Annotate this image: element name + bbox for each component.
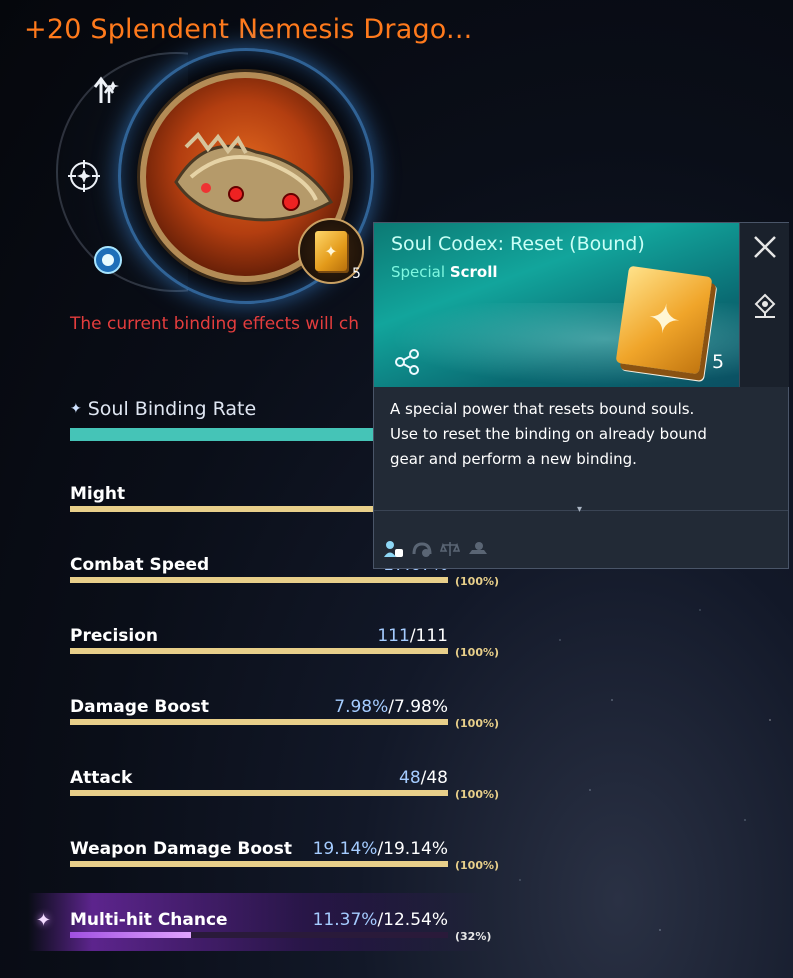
stat-value: 111/111 — [377, 626, 448, 646]
binding-warning-text: The current binding effects will ch — [70, 314, 360, 334]
trade-blocked-icon — [439, 539, 461, 559]
item-kind: Scroll — [449, 263, 498, 281]
codex-book-image: ✦ — [615, 265, 713, 375]
stat-name: Might — [70, 484, 126, 504]
stat-name: Damage Boost — [70, 697, 209, 717]
glowing-soul-icon[interactable] — [88, 240, 128, 280]
codex-book-icon: ✦ — [315, 231, 347, 271]
stat-bar — [70, 577, 448, 583]
stat-bar — [70, 790, 448, 796]
sparkle-icon: ✦ — [70, 401, 82, 417]
stat-name: Combat Speed — [70, 555, 210, 575]
stat-row-attack: Attack 48/48 (100%) — [70, 768, 510, 808]
stat-percent: (32%) — [455, 930, 492, 943]
tooltip-item-count: 5 — [712, 351, 725, 373]
character-bound-icon — [383, 539, 405, 559]
item-flag-icons — [383, 539, 489, 559]
stat-bar — [70, 719, 448, 725]
stat-percent: (100%) — [455, 575, 500, 588]
sparkle-icon: ✦ — [36, 910, 52, 931]
description-line-1: A special power that resets bound souls. — [390, 400, 695, 418]
upgrade-arrows-icon[interactable] — [86, 70, 126, 110]
item-tooltip: Soul Codex: Reset (Bound) Special Scroll… — [373, 222, 789, 569]
tooltip-description: A special power that resets bound souls.… — [390, 397, 720, 472]
sell-blocked-icon — [467, 539, 489, 559]
stat-value: 11.37%/12.54% — [312, 910, 448, 930]
stat-bar — [70, 648, 448, 654]
locate-marker-icon[interactable] — [740, 285, 789, 329]
crosshair-star-icon[interactable] — [64, 156, 104, 196]
stat-bar — [70, 861, 448, 867]
item-grade: Special — [391, 263, 446, 281]
share-icon[interactable] — [394, 349, 420, 380]
stat-row-damage-boost: Damage Boost 7.98%/7.98% (100%) — [70, 697, 510, 737]
stat-name: Precision — [70, 626, 159, 646]
stat-value: 7.98%/7.98% — [334, 697, 448, 717]
tooltip-item-name: Soul Codex: Reset (Bound) — [391, 233, 645, 255]
gauntlet-image — [174, 131, 334, 222]
stat-row-multi-hit-chance[interactable]: Multi-hit Chance 11.37%/12.54% (32%) — [70, 910, 510, 950]
stat-bar — [70, 932, 448, 938]
close-icon[interactable] — [740, 223, 789, 271]
stat-row-precision: Precision 111/111 (100%) — [70, 626, 510, 666]
stat-name: Multi-hit Chance — [70, 910, 228, 930]
tooltip-side-actions — [739, 223, 789, 387]
equipment-wheel: ✦ 5 — [56, 48, 396, 304]
tooltip-item-type: Special Scroll — [391, 263, 498, 281]
soul-binding-rate-label: ✦ Soul Binding Rate — [70, 398, 256, 420]
stat-name: Weapon Damage Boost — [70, 839, 292, 859]
stat-name: Attack — [70, 768, 133, 788]
stat-value: 19.14%/19.14% — [312, 839, 448, 859]
codex-slot-count: 5 — [352, 266, 361, 282]
stat-value: 48/48 — [399, 768, 448, 788]
tooltip-header: Soul Codex: Reset (Bound) Special Scroll… — [374, 223, 739, 387]
stat-percent: (100%) — [455, 788, 500, 801]
soul-binding-rate-text: Soul Binding Rate — [87, 398, 257, 420]
stat-percent: (100%) — [455, 859, 500, 872]
expand-chevron-icon[interactable]: ▾ — [577, 504, 582, 515]
stat-row-weapon-damage-boost: Weapon Damage Boost 19.14%/19.14% (100%) — [70, 839, 510, 879]
item-title: +20 Splendent Nemesis Drago... — [24, 14, 473, 45]
description-line-2: Use to reset the binding on already boun… — [390, 425, 707, 468]
storage-blocked-icon — [411, 539, 433, 559]
stat-percent: (100%) — [455, 717, 500, 730]
stat-percent: (100%) — [455, 646, 500, 659]
